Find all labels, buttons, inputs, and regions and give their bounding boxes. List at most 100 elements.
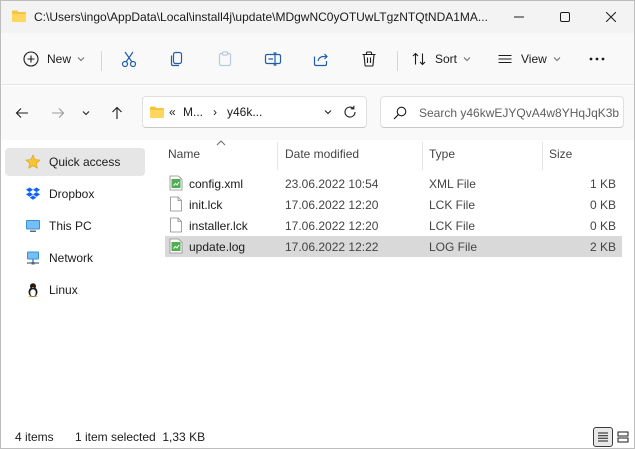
toolbar-divider <box>397 51 398 71</box>
copy-icon <box>170 51 183 67</box>
file-date-modified: 17.06.2022 12:20 <box>285 198 379 212</box>
view-label: View <box>521 52 547 66</box>
computer-icon <box>26 220 40 232</box>
file-size: 2 KB <box>589 240 616 254</box>
more-options-button[interactable] <box>581 43 613 75</box>
sidebar-item-label: Linux <box>49 283 78 297</box>
column-header-name[interactable]: Name <box>168 147 200 161</box>
forward-button[interactable] <box>45 100 71 126</box>
command-bar: New Sort View <box>1 33 634 85</box>
column-header-type[interactable]: Type <box>429 147 455 161</box>
dropbox-icon <box>26 187 40 200</box>
chevron-down-icon <box>463 57 471 62</box>
search-box[interactable]: Search y46kwEJYQvA4w8YHqJqK3b... <box>380 96 624 128</box>
delete-button[interactable] <box>353 43 385 75</box>
navigation-pane: Quick access Dropbox This PC Network Lin… <box>1 140 151 425</box>
sidebar-item-label: Dropbox <box>49 187 95 201</box>
search-icon <box>393 106 407 120</box>
close-icon <box>606 12 616 22</box>
new-button[interactable]: New <box>15 43 91 75</box>
breadcrumb-item[interactable]: y46k... <box>227 105 262 119</box>
address-bar[interactable]: « M... › y46k... <box>142 96 367 128</box>
table-row[interactable]: init.lck 17.06.2022 12:20 LCK File 0 KB <box>165 194 622 215</box>
column-divider[interactable] <box>422 142 423 170</box>
trash-icon <box>362 51 376 67</box>
linux-icon <box>28 283 38 298</box>
sidebar-item-linux[interactable]: Linux <box>5 276 145 304</box>
paste-button[interactable] <box>209 43 241 75</box>
file-size: 1 KB <box>589 177 616 191</box>
arrow-up-icon <box>112 106 122 119</box>
star-icon <box>25 154 41 169</box>
cut-button[interactable] <box>113 43 145 75</box>
maximize-button[interactable] <box>542 1 588 33</box>
file-name: installer.lck <box>189 219 248 233</box>
details-view-toggle[interactable] <box>593 427 613 447</box>
file-name: config.xml <box>189 177 244 191</box>
chevron-down-icon <box>553 57 561 62</box>
hidden-crumbs-indicator[interactable]: « <box>169 105 176 119</box>
up-button[interactable] <box>104 100 130 126</box>
recent-locations-button[interactable] <box>77 100 95 126</box>
view-lines-icon <box>498 54 512 64</box>
xml-file-icon <box>169 175 183 191</box>
share-button[interactable] <box>305 43 337 75</box>
rename-button[interactable] <box>257 43 289 75</box>
column-header-size[interactable]: Size <box>549 147 572 161</box>
back-button[interactable] <box>9 100 35 126</box>
column-divider[interactable] <box>542 142 543 170</box>
log-file-icon <box>169 238 183 254</box>
table-row-selected[interactable]: update.log 17.06.2022 12:22 LOG File 2 K… <box>165 236 622 257</box>
chevron-down-icon <box>77 57 85 62</box>
title-bar[interactable]: C:\Users\ingo\AppData\Local\install4j\up… <box>1 1 634 33</box>
sort-icon <box>412 52 426 66</box>
search-input[interactable]: Search y46kwEJYQvA4w8YHqJqK3b... <box>419 106 619 120</box>
clipboard-icon <box>218 51 232 67</box>
refresh-icon <box>344 105 356 118</box>
sort-button[interactable]: Sort <box>405 43 483 75</box>
copy-button[interactable] <box>161 43 193 75</box>
table-row[interactable]: config.xml 23.06.2022 10:54 XML File 1 K… <box>165 173 622 194</box>
sidebar-item-this-pc[interactable]: This PC <box>5 212 145 240</box>
close-button[interactable] <box>588 1 634 33</box>
file-date-modified: 17.06.2022 12:20 <box>285 219 379 233</box>
breadcrumb-separator[interactable]: › <box>213 105 217 119</box>
view-button[interactable]: View <box>491 43 571 75</box>
more-dots-icon <box>589 57 605 61</box>
refresh-button[interactable] <box>342 104 358 123</box>
breadcrumb-item[interactable]: M... <box>183 105 203 119</box>
sidebar-item-dropbox[interactable]: Dropbox <box>5 180 145 208</box>
column-header-date-modified[interactable]: Date modified <box>285 147 359 161</box>
file-name: update.log <box>189 240 246 254</box>
maximize-icon <box>560 12 570 22</box>
share-icon <box>313 53 328 67</box>
file-size: 0 KB <box>589 198 616 212</box>
sidebar-item-quick-access[interactable]: Quick access <box>5 148 145 176</box>
sidebar-item-label: This PC <box>49 219 92 233</box>
column-divider[interactable] <box>277 142 278 170</box>
file-type: XML File <box>429 177 476 191</box>
file-name: init.lck <box>189 198 223 212</box>
address-history-button[interactable] <box>324 104 332 123</box>
blank-file-icon <box>170 217 182 233</box>
item-count: 4 items <box>15 430 54 444</box>
rename-icon <box>264 52 282 66</box>
tiles-view-icon <box>617 431 629 443</box>
status-bar: 4 items 1 item selected 1,33 KB <box>1 425 634 448</box>
chevron-down-icon <box>82 111 90 116</box>
network-icon <box>27 251 39 265</box>
toolbar-divider <box>101 51 102 71</box>
tiles-view-toggle[interactable] <box>613 427 633 447</box>
arrow-left-icon <box>15 108 28 118</box>
folder-icon <box>150 106 164 118</box>
table-row[interactable]: installer.lck 17.06.2022 12:20 LCK File … <box>165 215 622 236</box>
plus-circle-icon <box>23 51 39 67</box>
sidebar-item-network[interactable]: Network <box>5 244 145 272</box>
file-date-modified: 23.06.2022 10:54 <box>285 177 379 191</box>
blank-file-icon <box>170 196 182 212</box>
file-date-modified: 17.06.2022 12:22 <box>285 240 379 254</box>
minimize-button[interactable] <box>496 1 542 33</box>
sort-ascending-indicator-icon <box>216 140 226 146</box>
new-label: New <box>47 52 72 66</box>
file-type: LCK File <box>429 219 476 233</box>
